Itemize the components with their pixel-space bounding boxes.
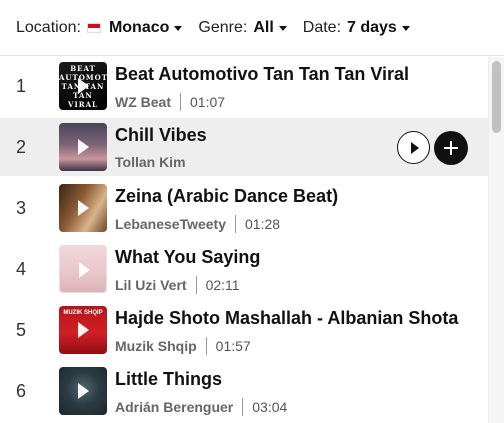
location-value: Monaco [108, 18, 170, 36]
track-rank: 3 [15, 197, 26, 218]
play-button[interactable] [397, 131, 430, 164]
date-label: Date: [302, 18, 342, 36]
track-row[interactable]: 2 Chill Vibes Tollan Kim [0, 118, 488, 176]
track-rank: 5 [15, 319, 26, 340]
divider [195, 276, 197, 294]
add-button[interactable] [434, 131, 468, 165]
track-artist[interactable]: Adrián Berenguer [115, 399, 233, 415]
play-icon [78, 383, 89, 399]
play-icon [78, 200, 89, 216]
track-cover[interactable] [59, 184, 107, 232]
track-artist[interactable]: WZ Beat [115, 94, 171, 110]
track-title[interactable]: Hajde Shoto Mashallah - Albanian Shota [115, 308, 458, 329]
track-duration: 02:11 [205, 277, 240, 293]
scrollbar[interactable] [488, 57, 504, 423]
divider [242, 398, 244, 416]
track-title[interactable]: Chill Vibes [115, 125, 207, 146]
track-row[interactable]: 1 BEAT AUTOMOTIVO TAN TAN TAN VIRAL Beat… [0, 57, 488, 115]
track-row[interactable]: 4 What You Saying Lil Uzi Vert 02:11 [0, 240, 488, 298]
track-duration: 03:04 [252, 399, 288, 415]
divider [235, 215, 237, 233]
track-rank: 1 [15, 75, 26, 96]
play-icon [79, 262, 90, 278]
track-title[interactable]: Beat Automotivo Tan Tan Tan Viral [115, 64, 409, 85]
play-icon [78, 139, 89, 155]
track-title[interactable]: Little Things [115, 369, 222, 390]
track-rank: 2 [15, 136, 26, 157]
chevron-down-icon [401, 26, 410, 31]
genre-filter[interactable]: Genre: All [198, 18, 287, 37]
track-rank: 6 [15, 380, 26, 401]
date-filter[interactable]: Date: 7 days [303, 19, 410, 37]
track-title[interactable]: Zeina (Arabic Dance Beat) [115, 186, 338, 207]
track-artist[interactable]: Tollan Kim [115, 154, 186, 170]
divider [180, 93, 181, 111]
monaco-flag-icon [86, 22, 101, 33]
track-cover[interactable]: BEAT AUTOMOTIVO TAN TAN TAN VIRAL [59, 62, 107, 110]
chevron-down-icon [278, 26, 287, 31]
track-duration: 01:07 [190, 94, 226, 110]
genre-value: All [253, 18, 274, 36]
track-title[interactable]: What You Saying [115, 247, 260, 268]
track-cover[interactable] [59, 123, 107, 171]
filter-bar: Location: Monaco Genre: All Date: 7 days [0, 0, 504, 56]
date-value: 7 days [347, 18, 397, 36]
track-row[interactable]: 6 Little Things Adrián Berenguer 03:04 [0, 362, 488, 420]
track-row[interactable]: 3 Zeina (Arabic Dance Beat) LebaneseTwee… [0, 179, 488, 237]
track-cover[interactable] [59, 367, 107, 415]
track-rank: 4 [15, 258, 26, 279]
genre-label: Genre: [198, 18, 248, 36]
cover-text: MUZIK SHQIP [63, 310, 103, 316]
track-cover[interactable] [59, 245, 107, 293]
track-row[interactable]: 5 MUZIK SHQIP Hajde Shoto Mashallah - Al… [0, 301, 488, 359]
location-filter[interactable]: Location: Monaco [16, 18, 183, 37]
chevron-down-icon [174, 26, 183, 31]
track-artist[interactable]: LebaneseTweety [115, 216, 226, 232]
track-duration: 01:28 [245, 216, 281, 232]
track-artist[interactable]: Lil Uzi Vert [115, 277, 187, 293]
divider [205, 337, 207, 355]
track-duration: 01:57 [215, 338, 251, 354]
location-label: Location: [16, 18, 81, 36]
play-icon [78, 78, 89, 94]
track-artist[interactable]: Muzik Shqip [115, 338, 197, 354]
play-icon [411, 142, 419, 154]
play-icon [78, 322, 89, 338]
track-list: 1 BEAT AUTOMOTIVO TAN TAN TAN VIRAL Beat… [0, 57, 488, 423]
track-cover[interactable]: MUZIK SHQIP [59, 306, 107, 354]
scrollbar-thumb[interactable] [492, 61, 501, 133]
